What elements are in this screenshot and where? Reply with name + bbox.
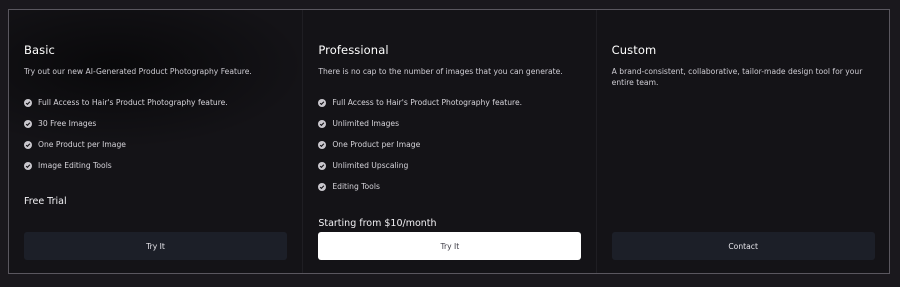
check-circle-icon [24,119,32,128]
feature-item: Editing Tools [318,176,522,197]
feature-list: Full Access to Hair's Product Photograph… [24,92,228,176]
feature-label: One Product per Image [332,140,421,149]
feature-label: One Product per Image [38,140,126,149]
feature-item: One Product per Image [318,134,522,155]
feature-label: Unlimited Upscaling [332,161,409,170]
check-circle-icon [318,161,327,170]
plan-description: Try out our new AI-Generated Product Pho… [24,67,252,76]
feature-item: Full Access to Hair's Product Photograph… [318,92,522,113]
try-it-button-basic[interactable]: Try It [24,232,287,260]
check-circle-icon [24,161,32,170]
plan-description: A brand-consistent, collaborative, tailo… [611,67,863,87]
contact-button[interactable]: Contact [611,232,875,260]
plan-card-custom: Custom A brand-consistent, collaborative… [595,10,889,273]
try-it-button-professional[interactable]: Try It [318,232,582,260]
feature-label: Full Access to Hair's Product Photograph… [38,98,228,107]
feature-label: Full Access to Hair's Product Photograph… [332,98,523,107]
feature-label: Editing Tools [332,182,380,191]
check-circle-icon [318,98,327,107]
plan-price: Free Trial [24,196,67,207]
feature-label: 30 Free Images [38,119,97,128]
plan-title: Professional [318,43,389,57]
plan-card-basic: Basic Try out our new AI-Generated Produ… [9,10,302,273]
plan-description: There is no cap to the number of images … [318,67,563,76]
pricing-panel: Basic Try out our new AI-Generated Produ… [8,9,890,274]
feature-item: Full Access to Hair's Product Photograph… [24,92,228,113]
feature-item: Unlimited Images [318,113,522,134]
check-circle-icon [318,119,327,128]
feature-item: 30 Free Images [24,113,228,134]
check-circle-icon [24,98,32,107]
check-circle-icon [24,140,32,149]
check-circle-icon [318,182,327,191]
check-circle-icon [318,140,327,149]
feature-label: Image Editing Tools [38,161,112,170]
plan-title: Custom [611,43,657,57]
feature-item: One Product per Image [24,134,228,155]
feature-item: Image Editing Tools [24,155,228,176]
feature-label: Unlimited Images [332,119,400,128]
plan-card-professional: Professional There is no cap to the numb… [302,10,595,273]
feature-list: Full Access to Hair's Product Photograph… [318,92,522,197]
plan-title: Basic [24,43,55,57]
plan-price: Starting from $10/month [318,218,437,229]
feature-item: Unlimited Upscaling [318,155,522,176]
